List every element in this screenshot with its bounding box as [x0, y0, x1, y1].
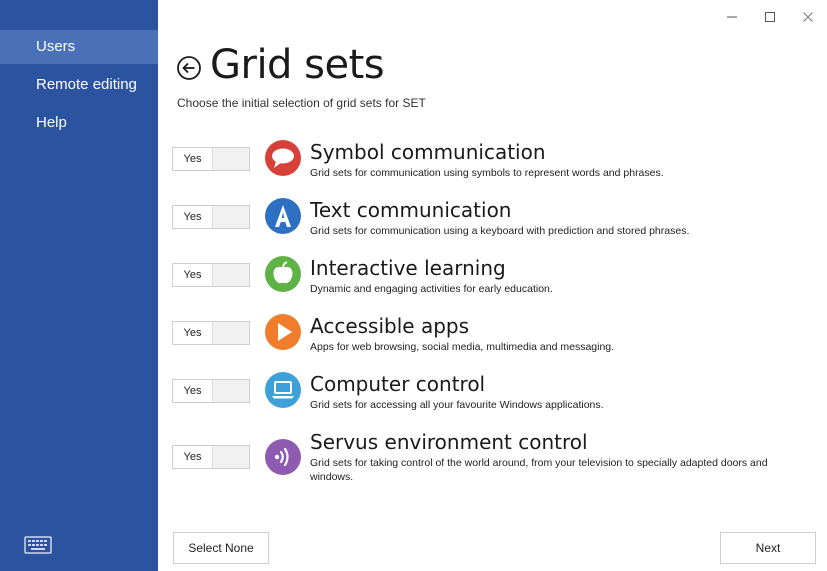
- gridset-row-computer-control: Yes Computer control Grid sets for acces…: [172, 370, 812, 420]
- toggle-text-communication[interactable]: Yes: [172, 205, 250, 229]
- toggle-label: Yes: [173, 264, 213, 286]
- maximize-icon[interactable]: [751, 0, 789, 34]
- gridset-description: Grid sets for communication using symbol…: [310, 167, 664, 179]
- letter-a-icon: [264, 197, 302, 235]
- apple-icon: [264, 255, 302, 293]
- toggle-computer-control[interactable]: Yes: [172, 379, 250, 403]
- gridset-title: Accessible apps: [310, 314, 470, 338]
- sidebar: Users Remote editing Help: [0, 0, 158, 571]
- gridset-description: Grid sets for taking control of the worl…: [310, 457, 768, 483]
- toggle-label: Yes: [173, 322, 213, 344]
- laptop-icon: [264, 371, 302, 409]
- toggle-knob: [213, 380, 249, 402]
- play-icon: [264, 313, 302, 351]
- sidebar-item-remote-editing[interactable]: Remote editing: [0, 68, 158, 102]
- sidebar-item-users[interactable]: Users: [0, 30, 158, 64]
- toggle-knob: [213, 264, 249, 286]
- toggle-symbol-communication[interactable]: Yes: [172, 147, 250, 171]
- toggle-knob: [213, 322, 249, 344]
- gridset-title: Servus environment control: [310, 430, 588, 454]
- toggle-knob: [213, 446, 249, 468]
- signal-icon: [264, 438, 302, 476]
- toggle-knob: [213, 206, 249, 228]
- keyboard-icon[interactable]: [24, 535, 52, 555]
- sidebar-item-help[interactable]: Help: [0, 106, 158, 140]
- gridset-row-symbol-communication: Yes Symbol communication Grid sets for c…: [172, 138, 812, 188]
- back-arrow-icon[interactable]: [176, 55, 202, 81]
- gridset-title: Symbol communication: [310, 140, 546, 164]
- gridset-description: Grid sets for accessing all your favouri…: [310, 399, 604, 411]
- toggle-label: Yes: [173, 380, 213, 402]
- gridset-row-text-communication: Yes Text communication Grid sets for com…: [172, 196, 812, 246]
- title-row: Grid sets: [176, 42, 385, 88]
- next-button[interactable]: Next: [720, 532, 816, 564]
- select-none-button[interactable]: Select None: [173, 532, 269, 564]
- page-subtitle: Choose the initial selection of grid set…: [177, 96, 426, 110]
- page-title: Grid sets: [210, 42, 385, 88]
- gridset-description: Grid sets for communication using a keyb…: [310, 225, 690, 237]
- gridset-description: Apps for web browsing, social media, mul…: [310, 341, 615, 353]
- toggle-knob: [213, 148, 249, 170]
- toggle-servus-environment-control[interactable]: Yes: [172, 445, 250, 469]
- gridset-title: Interactive learning: [310, 256, 506, 280]
- toggle-label: Yes: [173, 206, 213, 228]
- close-icon[interactable]: [789, 0, 827, 34]
- toggle-accessible-apps[interactable]: Yes: [172, 321, 250, 345]
- gridset-row-servus-environment-control: Yes Servus environment control Grid sets…: [172, 428, 812, 483]
- toggle-interactive-learning[interactable]: Yes: [172, 263, 250, 287]
- toggle-label: Yes: [173, 148, 213, 170]
- gridset-title: Computer control: [310, 372, 486, 396]
- window-controls: [713, 0, 827, 34]
- gridset-description: Dynamic and engaging activities for earl…: [310, 283, 553, 295]
- gridset-row-interactive-learning: Yes Interactive learning Dynamic and eng…: [172, 254, 812, 304]
- toggle-label: Yes: [173, 446, 213, 468]
- minimize-icon[interactable]: [713, 0, 751, 34]
- gridset-title: Text communication: [310, 198, 512, 222]
- gridset-row-accessible-apps: Yes Accessible apps Apps for web browsin…: [172, 312, 812, 362]
- speech-bubble-icon: [264, 139, 302, 177]
